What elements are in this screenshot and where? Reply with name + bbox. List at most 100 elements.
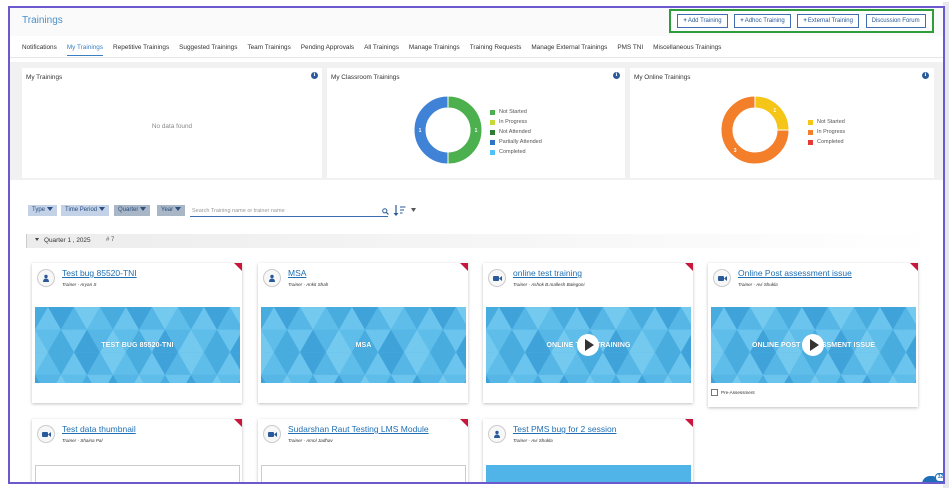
- training-card[interactable]: Online Post assessment issue Trainer - A…: [708, 263, 918, 407]
- tab-training-requests[interactable]: Training Requests: [470, 40, 522, 55]
- panel-title: My Classroom Trainings: [331, 74, 400, 81]
- tab-all-trainings[interactable]: All Trainings: [364, 40, 399, 55]
- pre-assessment-row[interactable]: Pre-Assessment: [711, 389, 755, 396]
- card-thumbnail[interactable]: MSA: [261, 307, 466, 383]
- thumbnail-text: MSA: [355, 341, 372, 349]
- legend-swatch: [490, 109, 495, 115]
- card-trainer: Trainer - Ankit Shah: [288, 282, 329, 287]
- year-filter-button[interactable]: Year: [157, 205, 186, 216]
- quarter-filter-button[interactable]: Quarter: [114, 205, 151, 216]
- training-card[interactable]: Test data thumbnail Trainer - Shaina Pal: [32, 419, 242, 482]
- card-trainer: Trainer - Amol Jadhav: [288, 438, 333, 443]
- plus-icon: +: [740, 18, 744, 24]
- classroom-donut-chart: 11: [413, 95, 483, 165]
- video-icon: [488, 269, 506, 287]
- card-thumbnail[interactable]: [261, 465, 466, 482]
- type-filter-button[interactable]: Type: [28, 205, 58, 216]
- card-corner-marker: [234, 263, 242, 271]
- plus-icon: +: [683, 18, 687, 24]
- adhoc-training-button[interactable]: +Adhoc Training: [734, 14, 791, 28]
- my-trainings-panel: My Trainings i No data found: [22, 68, 322, 178]
- card-title-link[interactable]: Sudarshan Raut Testing LMS Module: [288, 424, 429, 434]
- play-icon[interactable]: [577, 334, 599, 356]
- card-title-link[interactable]: Online Post assessment issue: [738, 268, 852, 278]
- card-thumbnail[interactable]: TEST BUG 85520-TNI: [35, 307, 240, 383]
- info-icon[interactable]: i: [613, 72, 620, 79]
- tab-notifications[interactable]: Notifications: [22, 40, 57, 55]
- tab-manage-trainings[interactable]: Manage Trainings: [409, 40, 460, 55]
- tab-suggested-trainings[interactable]: Suggested Trainings: [179, 40, 237, 55]
- empty-message: No data found: [151, 123, 193, 130]
- tab-pending-approvals[interactable]: Pending Approvals: [301, 40, 354, 55]
- discussion-forum-button[interactable]: Discussion Forum: [865, 14, 926, 28]
- legend-item[interactable]: Completed: [490, 147, 542, 157]
- legend-swatch: [490, 119, 495, 125]
- legend-swatch: [490, 129, 495, 135]
- card-trainer: Trainer - Avi Shukla: [738, 282, 778, 287]
- legend-item[interactable]: Not Attended: [490, 127, 542, 137]
- filter-bar: Type Time Period Quarter Year: [10, 184, 943, 218]
- card-thumbnail[interactable]: ONLINE POST ASSESSMENT ISSUE: [711, 307, 916, 383]
- chevron-down-icon: [35, 238, 39, 241]
- training-card[interactable]: MSA Trainer - Ankit Shah MSA: [258, 263, 468, 403]
- classroom-trainings-panel: My Classroom Trainings i 11 Not Started I…: [327, 68, 625, 178]
- filter-icon: [47, 207, 54, 212]
- legend-item[interactable]: Not Started: [490, 107, 542, 117]
- info-icon[interactable]: i: [922, 72, 929, 79]
- action-buttons-group: +Add Training +Adhoc Training +External …: [669, 9, 934, 33]
- tab-my-trainings[interactable]: My Trainings: [66, 40, 104, 56]
- sort-icon[interactable]: [393, 204, 406, 217]
- donut-slice-label: 1: [475, 128, 478, 134]
- tab-pms-tni[interactable]: PMS TNI: [617, 40, 643, 55]
- tab-repetitive-trainings[interactable]: Repetitive Trainings: [113, 40, 169, 55]
- legend-item[interactable]: In Progress: [808, 127, 845, 137]
- donut-slice[interactable]: [754, 95, 790, 131]
- legend-label: Not Started: [817, 119, 845, 125]
- legend-item[interactable]: Not Started: [808, 117, 845, 127]
- search-icon[interactable]: [382, 208, 389, 215]
- online-trainings-panel: My Online Trainings i 13 Not Started In P…: [630, 68, 934, 178]
- training-card[interactable]: Test PMS bug for 2 session Trainer - Avi…: [483, 419, 693, 482]
- play-icon[interactable]: [802, 334, 824, 356]
- legend-label: In Progress: [817, 129, 846, 135]
- quarter-group-header[interactable]: Quarter 1 , 2025 # 7: [26, 234, 936, 248]
- card-title-link[interactable]: Test data thumbnail: [62, 424, 136, 434]
- external-training-button[interactable]: +External Training: [797, 14, 859, 28]
- legend-label: Completed: [817, 139, 844, 145]
- online-donut-chart: 13: [720, 95, 790, 165]
- card-thumbnail[interactable]: [35, 465, 240, 482]
- add-training-button[interactable]: +Add Training: [677, 14, 728, 28]
- group-count: # 7: [106, 237, 115, 243]
- legend-item[interactable]: Partially Attended: [490, 137, 542, 147]
- filter-icon: [140, 207, 147, 212]
- legend-label: Completed: [499, 149, 526, 155]
- person-icon: [263, 269, 281, 287]
- legend-swatch: [808, 129, 813, 135]
- pre-assessment-checkbox[interactable]: [711, 389, 718, 396]
- training-card[interactable]: online test training Trainer - Ashok B.m…: [483, 263, 693, 403]
- chevron-down-icon[interactable]: [411, 208, 416, 212]
- card-thumbnail[interactable]: ONLINE TEST TRAINING: [486, 307, 691, 383]
- page-title: Trainings: [22, 15, 63, 26]
- legend-item[interactable]: Completed: [808, 137, 845, 147]
- card-trainer: Trainer - Ashok B.mallesh Balegoni: [513, 282, 585, 287]
- training-card[interactable]: Test bug 85520-TNI Trainer - Aryan S TES…: [32, 263, 242, 403]
- search-input[interactable]: [190, 206, 388, 217]
- card-title-link[interactable]: online test training: [513, 268, 582, 278]
- time-period-filter-button[interactable]: Time Period: [61, 205, 110, 216]
- video-icon: [37, 425, 55, 443]
- card-title-link[interactable]: MSA: [288, 268, 306, 278]
- info-icon[interactable]: i: [311, 72, 318, 79]
- tab-bar: Notifications My Trainings Repetitive Tr…: [10, 38, 943, 58]
- page-header: Trainings +Add Training +Adhoc Training …: [10, 8, 943, 36]
- card-thumbnail[interactable]: [486, 465, 691, 482]
- card-title-link[interactable]: Test PMS bug for 2 session: [513, 424, 616, 434]
- training-card[interactable]: Sudarshan Raut Testing LMS Module Traine…: [258, 419, 468, 482]
- tab-team-trainings[interactable]: Team Trainings: [247, 40, 290, 55]
- tab-miscellaneous-trainings[interactable]: Miscellaneous Trainings: [653, 40, 721, 55]
- person-icon: [37, 269, 55, 287]
- card-title-link[interactable]: Test bug 85520-TNI: [62, 268, 137, 278]
- legend-item[interactable]: In Progress: [490, 117, 542, 127]
- legend-swatch: [490, 149, 495, 155]
- tab-manage-external-trainings[interactable]: Manage External Trainings: [531, 40, 607, 55]
